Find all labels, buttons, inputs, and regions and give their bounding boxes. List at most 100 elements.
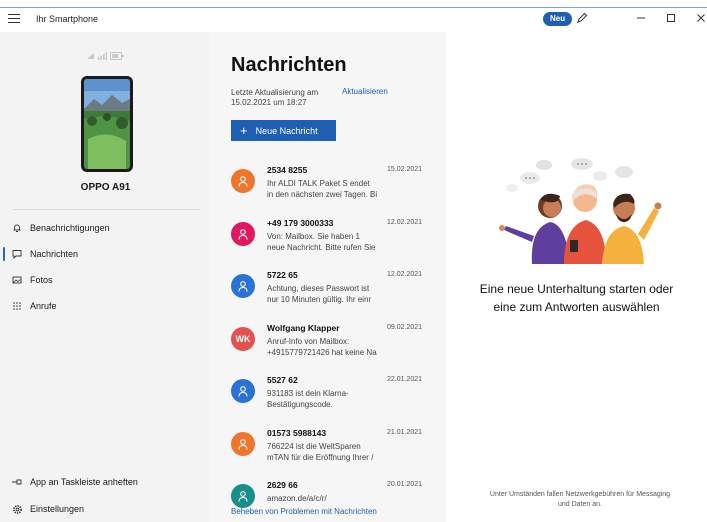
conversation-item[interactable]: 01573 5988143 21.01.2021 766224 ist die We…: [211, 428, 446, 478]
contact-avatar: [231, 484, 255, 508]
contact-name: 2534 8255: [267, 165, 308, 175]
troubleshoot-link[interactable]: Beheben von Problemen mit Nachrichten: [231, 507, 377, 516]
message-preview: Ihr ALDI TALK Paket S endet in den nächst…: [267, 178, 390, 200]
contact-avatar: [231, 274, 255, 298]
message-preview-line-1: 931183 ist dein Klarna-: [267, 389, 349, 398]
contact-avatar: [231, 169, 255, 193]
messages-panel: Nachrichten Letzte Aktualisierung am 15.…: [211, 32, 446, 522]
message-preview-line-1: 766224 ist die WeltSparen: [267, 441, 361, 451]
dialpad-icon: [10, 301, 24, 311]
conversation-item[interactable]: 2534 8255 15.02.2021 Ihr ALDI TALK Paket S…: [211, 165, 446, 215]
message-date: 21.01.2021: [387, 428, 423, 436]
bell-icon: [10, 223, 24, 233]
conversation-item[interactable]: WK Wolfgang Klapper 09.02.2021 Anruf-Info v…: [211, 323, 446, 373]
battery-icon: [110, 52, 124, 60]
message-date: 22.01.2021: [387, 376, 423, 383]
conversation-empty-state: Eine neue Unterhaltung starten oder eine…: [446, 32, 707, 522]
empty-state-message: Eine neue Unterhaltung starten oder eine…: [446, 280, 707, 316]
message-preview: Anruf-Info von Mailbox: +4915779721426 ha…: [267, 336, 390, 358]
message-date: 15.02.2021: [387, 166, 423, 173]
phone-preview[interactable]: [81, 76, 133, 172]
conversation-item[interactable]: +49 179 3000333 12.02.2021 Von: Mailbox. S…: [211, 218, 446, 268]
person-icon: [238, 281, 248, 292]
settings-button[interactable]: Einstellungen: [0, 498, 211, 520]
conversation-item[interactable]: 5722 65 12.02.2021 Achtung, dieses Passwor…: [211, 270, 446, 320]
contact-avatar: WK: [231, 326, 255, 351]
sidebar-item-label: Benachrichtigungen: [30, 223, 110, 233]
person-icon: [238, 176, 248, 187]
contact-avatar: [231, 379, 255, 403]
pin-to-taskbar-button[interactable]: App an Taskleiste anheften: [0, 471, 211, 493]
device-name: OPPO A91: [80, 182, 131, 193]
app-title: Ihr Smartphone: [36, 14, 99, 24]
window-top-accent-line: [0, 7, 707, 8]
message-preview: 766224 ist die WeltSparen mTAN für die Er…: [267, 441, 390, 463]
contact-name: 5527 62: [267, 375, 298, 385]
message-preview: Achtung, dieses Passwort ist nur 10 Minut…: [267, 283, 390, 305]
conversation-item[interactable]: 5527 62 22.01.2021 931183 ist dein Klarna-…: [211, 375, 446, 425]
wifi-icon: [87, 53, 94, 59]
sidebar-item-calls[interactable]: Anrufe: [0, 295, 211, 317]
new-message-label: Neue Nachricht: [255, 125, 318, 136]
sidebar-item-photos[interactable]: Fotos: [0, 269, 211, 291]
person-icon: [238, 438, 248, 450]
message-date: 20.01.2021: [387, 481, 423, 488]
contact-name: +49 179 3000333: [267, 217, 334, 228]
sidebar-item-messages[interactable]: Nachrichten: [0, 243, 211, 265]
message-preview-line-2: +4915779721426 hat keine Na: [267, 347, 377, 357]
sidebar: OPPO A91 Benachrichtigungen Nachrichten …: [0, 32, 211, 522]
message-date: 12.02.2021: [387, 271, 423, 278]
person-icon: [238, 491, 248, 502]
network-fees-note: Unter Umständen fallen Netzwerkgebühren …: [466, 490, 694, 510]
message-preview-line-1: Von: Mailbox. Sie haben 1: [267, 231, 360, 241]
new-badge[interactable]: Neu: [543, 12, 573, 26]
message-date: 09.02.2021: [387, 323, 423, 331]
network-fees-line-1: Unter Umständen fallen Netzwerkgebühren …: [489, 491, 671, 498]
signal-icon: [98, 52, 107, 60]
contact-avatar: [231, 431, 255, 456]
maximize-icon[interactable]: [659, 8, 683, 28]
phone-wallpaper-image: [84, 79, 130, 169]
message-icon: [10, 249, 24, 259]
person-icon: [238, 386, 248, 397]
sidebar-item-label: Fotos: [30, 275, 53, 285]
last-updated-text: Letzte Aktualisierung am 15.02.2021 um 1…: [231, 88, 341, 108]
pin-icon: [10, 477, 24, 487]
sidebar-divider: [14, 209, 200, 210]
plus-icon: +: [240, 123, 248, 138]
empty-state-line-2: eine zum Antworten auswählen: [493, 300, 660, 314]
hamburger-menu-icon[interactable]: [8, 14, 22, 24]
message-preview: Von: Mailbox. Sie haben 1 neue Nachricht.…: [267, 231, 390, 253]
gear-icon: [10, 504, 24, 515]
message-preview-line-1: Ihr ALDI TALK Paket S endet: [267, 179, 370, 188]
empty-state-line-1: Eine neue Unterhaltung starten oder: [479, 282, 674, 296]
last-updated-line-1: Letzte Aktualisierung am: [231, 88, 319, 97]
pen-icon[interactable]: [575, 11, 589, 25]
photos-icon: [10, 275, 24, 285]
refresh-link[interactable]: Aktualisieren: [342, 87, 388, 96]
contact-name: 2629 66: [267, 480, 298, 490]
close-icon[interactable]: [689, 8, 707, 28]
message-preview-line-2: Bestätigungscode.: [267, 400, 333, 409]
page-title: Nachrichten: [231, 54, 347, 76]
title-bar: Ihr Smartphone Neu: [0, 0, 707, 32]
contact-avatar: [231, 221, 255, 246]
minimize-icon[interactable]: [629, 8, 653, 28]
contact-name: 5722 65: [267, 270, 298, 280]
message-date: 12.02.2021: [387, 218, 423, 226]
sidebar-item-label: App an Taskleiste anheften: [30, 477, 138, 487]
sidebar-item-label: Einstellungen: [30, 504, 85, 514]
new-message-button[interactable]: + Neue Nachricht: [231, 120, 336, 141]
contact-name: 01573 5988143: [267, 427, 327, 438]
message-preview-line-1: amazon.de/a/c/r/: [267, 494, 327, 503]
message-preview-line-2: in den nächsten zwei Tagen. Bi: [267, 190, 378, 199]
sidebar-item-notifications[interactable]: Benachrichtigungen: [0, 217, 211, 239]
phone-status-icons: [86, 52, 124, 60]
people-chatting-illustration: [499, 158, 662, 264]
sidebar-item-label: Nachrichten: [30, 249, 79, 259]
last-updated-line-2: 15.02.2021 um 18:27: [231, 98, 307, 107]
person-icon: [238, 228, 248, 240]
message-preview-line-1: Anruf-Info von Mailbox:: [267, 336, 350, 346]
contact-name: Wolfgang Klapper: [267, 322, 340, 333]
message-preview-line-2: mTAN für die Eröffnung Ihrer /: [267, 452, 374, 462]
